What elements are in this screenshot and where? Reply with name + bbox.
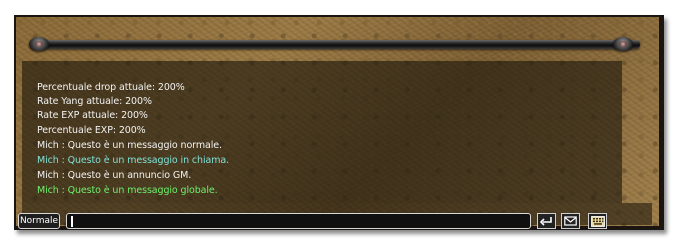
chat-message: Mich : Questo è un messaggio in chiama. <box>37 155 230 166</box>
chat-message: Rate Yang attuale: 200% <box>37 96 152 107</box>
title-bar-right-knob-icon <box>613 37 633 51</box>
window-title-bar[interactable] <box>30 40 640 49</box>
keyboard-button[interactable] <box>588 213 607 229</box>
return-arrow-icon <box>540 217 552 226</box>
chat-message: Mich : Questo è un annuncio GM. <box>37 170 192 181</box>
chat-message: Mich : Questo è un messaggio normale. <box>37 140 222 151</box>
keyboard-icon <box>590 215 605 227</box>
chat-mode-button[interactable]: Normale <box>18 213 60 229</box>
chat-message: Rate EXP attuale: 200% <box>37 110 148 121</box>
mail-button[interactable] <box>561 213 580 229</box>
chat-message: Percentuale drop attuale: 200% <box>37 82 185 93</box>
send-button[interactable] <box>537 213 556 229</box>
chat-message: Mich : Questo è un messaggio globale. <box>37 185 218 196</box>
text-caret <box>71 216 73 227</box>
chat-message: Percentuale EXP: 200% <box>37 125 146 136</box>
chat-input[interactable] <box>66 213 531 229</box>
envelope-icon <box>564 216 577 226</box>
title-bar-left-knob-icon <box>29 37 49 51</box>
